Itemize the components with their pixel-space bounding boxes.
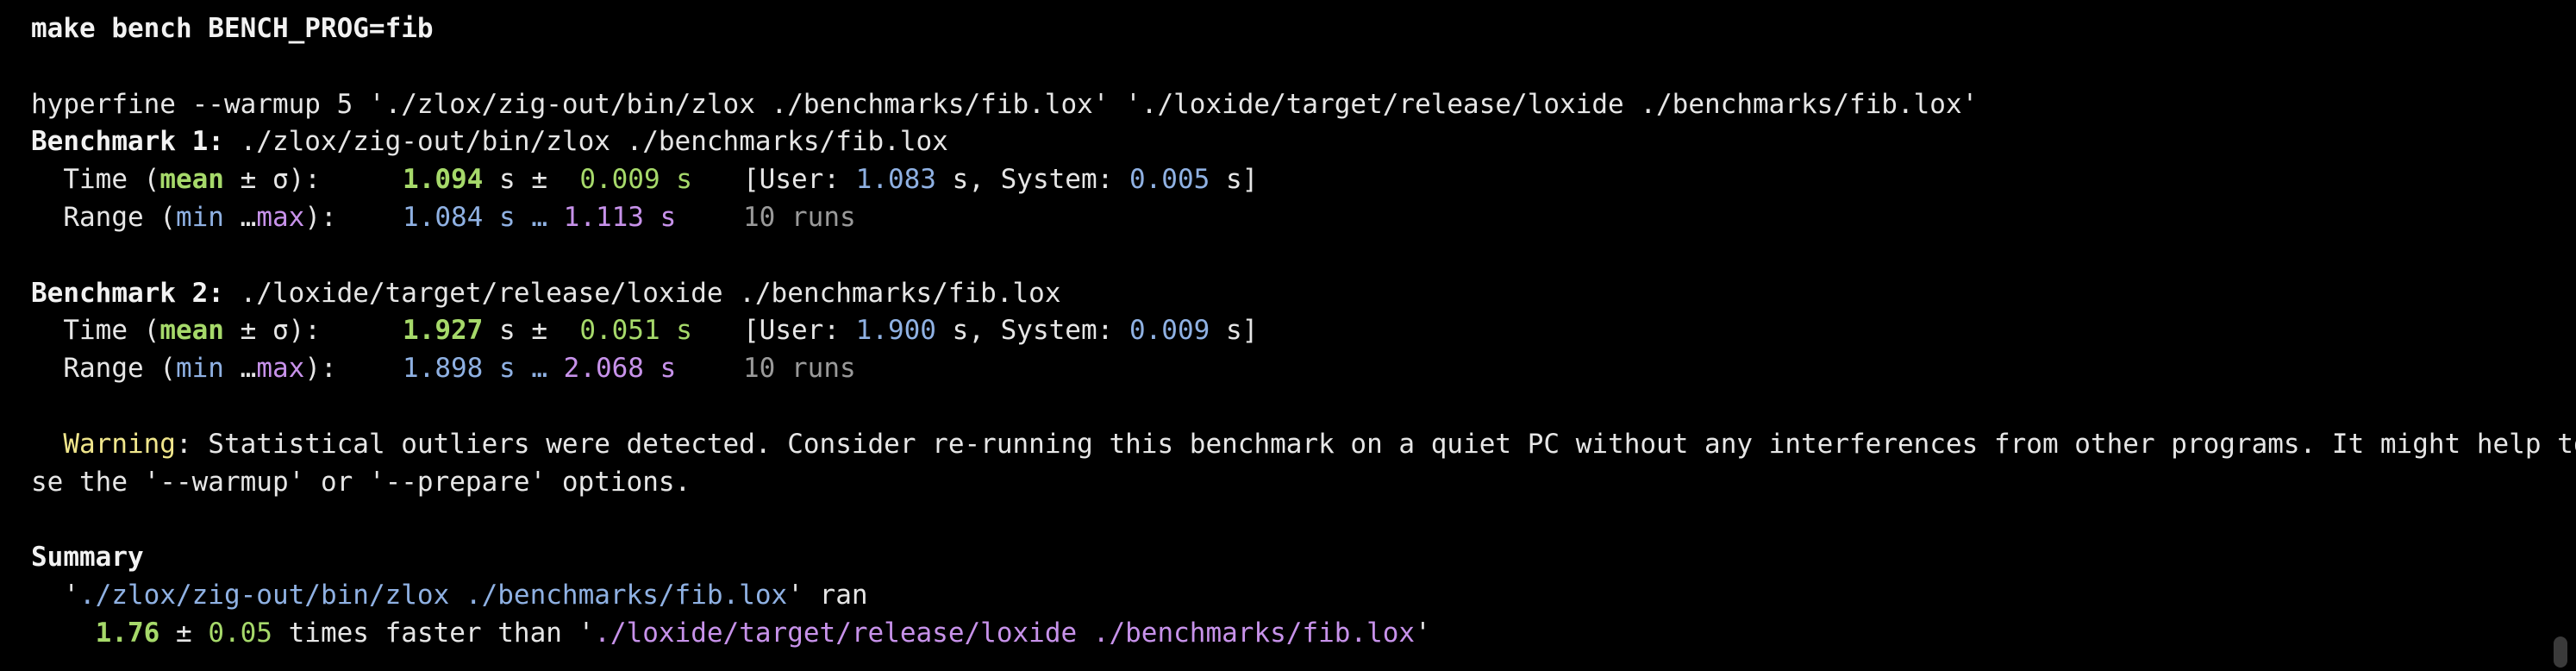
benchmark-command: ./zlox/zig-out/bin/zlox ./benchmarks/fib… — [240, 126, 948, 158]
benchmark-command: ./loxide/target/release/loxide ./benchma… — [240, 277, 1061, 309]
times-faster-label: times faster than ' — [272, 617, 595, 649]
scrollbar-thumb[interactable] — [2554, 637, 2567, 668]
range-label: Range ( — [63, 201, 176, 233]
user-prefix: [User: — [743, 315, 856, 347]
summary-ratio: 1.76 ± 0.05 times faster than './loxide/… — [31, 615, 2524, 653]
slower-command: ./loxide/target/release/loxide ./benchma… — [594, 617, 1416, 649]
max-label: max — [256, 201, 305, 233]
range-close: ): — [304, 201, 337, 233]
quote-end: ' — [1415, 617, 1431, 649]
stddev-unit: s — [660, 164, 692, 196]
fastest-command: ./zlox/zig-out/bin/zlox ./benchmarks/fib… — [79, 579, 788, 611]
max-label: max — [256, 353, 305, 385]
max-value: 2.068 — [563, 353, 644, 385]
mean-unit: s ± — [483, 315, 580, 347]
ran-label: ' ran — [787, 579, 868, 611]
summary-title: Summary — [31, 542, 144, 574]
system-label: s, System: — [935, 164, 1129, 196]
summary-fastest: './zlox/zig-out/bin/zlox ./benchmarks/fi… — [31, 577, 2524, 615]
quote-open: ' — [63, 579, 79, 611]
terminal-output[interactable]: make bench BENCH_PROG=fib hyperfine --wa… — [31, 10, 2576, 653]
hyperfine-command: hyperfine --warmup 5 './zlox/zig-out/bin… — [31, 88, 1979, 120]
mean-unit: s ± — [483, 164, 580, 196]
sigma-label: ± σ): — [223, 315, 321, 347]
warning-label: Warning — [63, 428, 176, 460]
benchmark-label: Benchmark 2: — [31, 277, 224, 309]
min-unit: s … — [483, 201, 564, 233]
system-value: 0.009 — [1129, 315, 1210, 347]
benchmark-2-range: Range (min …max): 1.898 s … 2.068 s 10 run… — [31, 350, 2524, 388]
max-value: 1.113 — [563, 201, 644, 233]
min-label: min — [175, 353, 224, 385]
benchmark-1-range: Range (min …max): 1.084 s … 1.113 s 10 run… — [31, 199, 2524, 237]
ellipsis: … — [223, 201, 257, 233]
benchmark-1-header: Benchmark 1: ./zlox/zig-out/bin/zlox ./b… — [31, 123, 2524, 161]
benchmark-1-time: Time (mean ± σ): 1.094 s ± 0.009 s [User: … — [31, 161, 2524, 199]
system-value: 0.005 — [1129, 164, 1210, 196]
plusminus: ± — [159, 617, 209, 649]
min-unit: s … — [483, 353, 564, 385]
benchmark-2-time: Time (mean ± σ): 1.927 s ± 0.051 s [User: … — [31, 312, 2524, 350]
mean-label: mean — [159, 164, 224, 196]
runs-count: 10 runs — [743, 353, 856, 385]
warning-line-2: se the '--warmup' or '--prepare' options… — [31, 466, 691, 498]
mean-value: 1.094 — [403, 164, 484, 196]
max-unit: s — [643, 353, 677, 385]
user-value: 1.900 — [855, 315, 936, 347]
ellipsis: … — [223, 353, 257, 385]
stddev-value: 0.051 — [579, 315, 660, 347]
system-suffix: s] — [1210, 315, 1259, 347]
ratio-error: 0.05 — [208, 617, 272, 649]
min-label: min — [175, 201, 224, 233]
user-prefix: [User: — [743, 164, 856, 196]
system-label: s, System: — [935, 315, 1129, 347]
user-value: 1.083 — [855, 164, 936, 196]
max-unit: s — [643, 201, 677, 233]
command-line: make bench BENCH_PROG=fib — [31, 13, 434, 44]
min-value: 1.084 — [403, 201, 484, 233]
range-close: ): — [304, 353, 337, 385]
benchmark-2-header: Benchmark 2: ./loxide/target/release/lox… — [31, 275, 2524, 313]
system-suffix: s] — [1210, 164, 1259, 196]
min-value: 1.898 — [403, 353, 484, 385]
ratio-value: 1.76 — [95, 617, 160, 649]
warning-line-1: Warning: Statistical outliers were detec… — [31, 426, 2576, 464]
time-label: Time ( — [63, 315, 160, 347]
range-label: Range ( — [63, 353, 176, 385]
stddev-value: 0.009 — [579, 164, 660, 196]
time-label: Time ( — [63, 164, 160, 196]
sigma-label: ± σ): — [223, 164, 321, 196]
stddev-unit: s — [660, 315, 692, 347]
mean-value: 1.927 — [403, 315, 484, 347]
warning-text: : Statistical outliers were detected. Co… — [175, 428, 2576, 460]
mean-label: mean — [159, 315, 224, 347]
benchmark-label: Benchmark 1: — [31, 126, 224, 158]
runs-count: 10 runs — [743, 201, 856, 233]
